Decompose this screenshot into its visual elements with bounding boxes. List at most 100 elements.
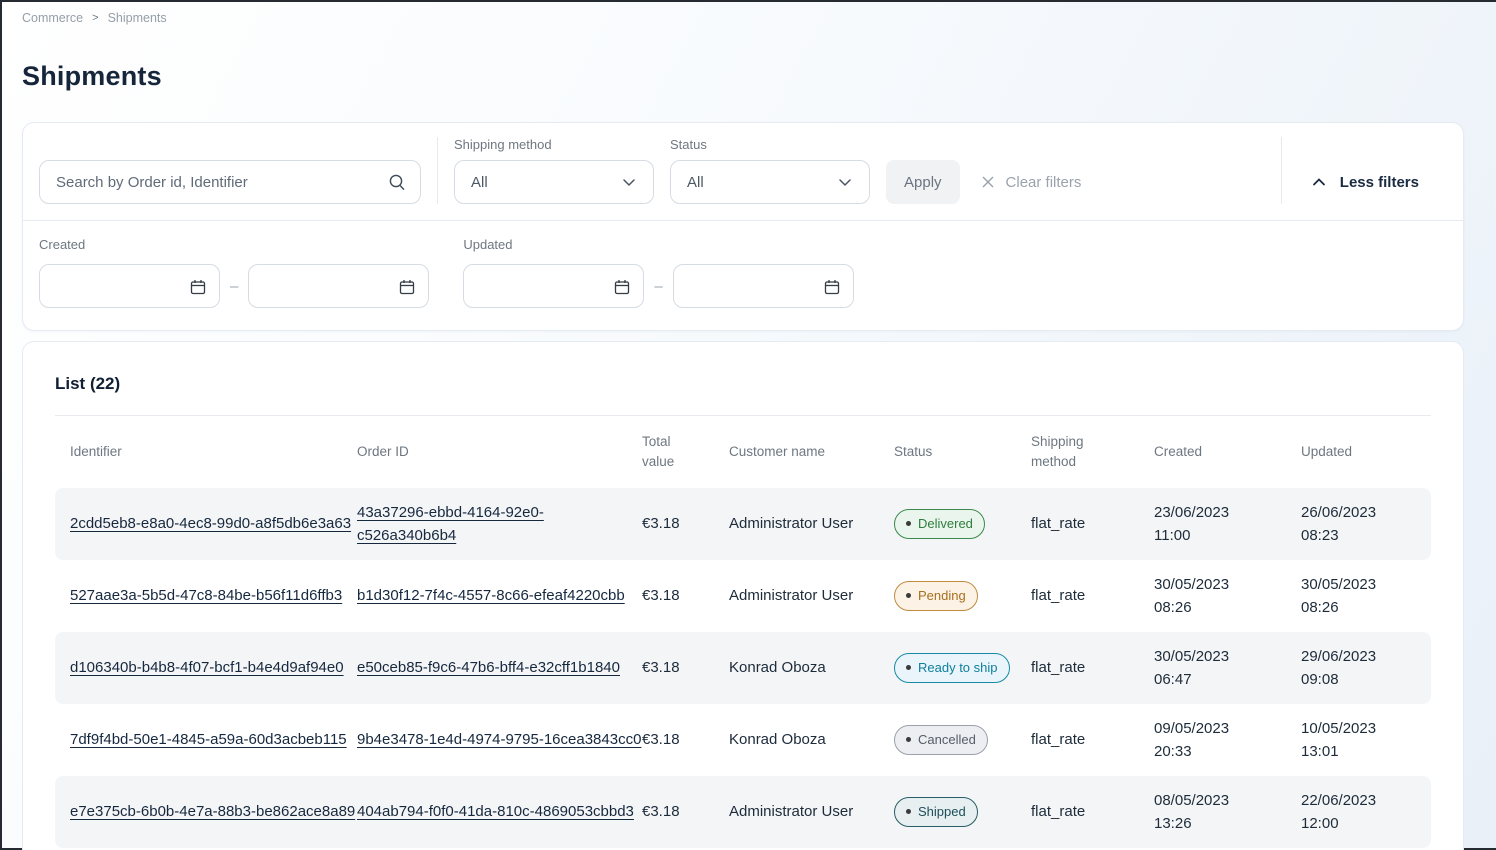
order-id-cell: b1d30f12-7f4c-4557-8c66-efeaf4220cbb bbox=[357, 584, 642, 607]
order-id-link[interactable]: b1d30f12-7f4c-4557-8c66-efeaf4220cbb bbox=[357, 587, 625, 604]
status-cell: Ready to ship bbox=[894, 653, 1031, 683]
identifier-link[interactable]: d106340b-b4b8-4f07-bcf1-b4e4d9af94e0 bbox=[70, 659, 344, 676]
breadcrumb-shipments[interactable]: Shipments bbox=[108, 11, 167, 25]
table-body: 2cdd5eb8-e8a0-4ec8-99d0-a8f5db6e3a63 43a… bbox=[55, 488, 1431, 848]
identifier-cell: 2cdd5eb8-e8a0-4ec8-99d0-a8f5db6e3a63 bbox=[70, 512, 357, 535]
status-badge: Delivered bbox=[894, 509, 985, 539]
identifier-cell: d106340b-b4b8-4f07-bcf1-b4e4d9af94e0 bbox=[70, 656, 357, 679]
table-row: 2cdd5eb8-e8a0-4ec8-99d0-a8f5db6e3a63 43a… bbox=[55, 488, 1431, 560]
order-id-link[interactable]: 43a37296-ebbd-4164-92e0-c526a340b6b4 bbox=[357, 504, 544, 544]
calendar-icon[interactable] bbox=[823, 278, 841, 296]
updated-time: 13:01 bbox=[1301, 740, 1416, 763]
range-dash: – bbox=[230, 278, 238, 295]
breadcrumb-separator: > bbox=[92, 12, 98, 24]
created-to-field bbox=[248, 264, 429, 308]
identifier-link[interactable]: 2cdd5eb8-e8a0-4ec8-99d0-a8f5db6e3a63 bbox=[70, 515, 351, 532]
shipping-method-cell: flat_rate bbox=[1031, 800, 1154, 823]
calendar-icon[interactable] bbox=[613, 278, 631, 296]
customer-name-cell: Administrator User bbox=[729, 584, 854, 607]
column-header: Customer name bbox=[729, 442, 894, 462]
status-dot-icon bbox=[906, 593, 911, 598]
total-value-cell: €3.18 bbox=[642, 512, 729, 535]
updated-date: 22/06/2023 bbox=[1301, 789, 1416, 812]
status-badge-label: Ready to ship bbox=[918, 658, 998, 678]
created-date: 09/05/2023 bbox=[1154, 717, 1301, 740]
breadcrumb-commerce[interactable]: Commerce bbox=[22, 11, 83, 25]
shipments-list-panel: List (22) IdentifierOrder IDTotal value C… bbox=[22, 341, 1464, 850]
order-id-link[interactable]: 404ab794-f0f0-41da-810c-4869053cbbd3 bbox=[357, 803, 634, 820]
identifier-link[interactable]: 7df9f4bd-50e1-4845-a59a-60d3acbeb115 bbox=[70, 731, 347, 748]
created-from-field bbox=[39, 264, 220, 308]
updated-to-field bbox=[673, 264, 854, 308]
created-range: Created – bbox=[39, 237, 429, 308]
shipping-method-select[interactable]: All bbox=[454, 160, 654, 204]
created-time: 06:47 bbox=[1154, 668, 1301, 691]
shipping-method-field: Shipping method All bbox=[454, 137, 654, 204]
list-title: List (22) bbox=[55, 374, 1431, 394]
order-id-cell: 9b4e3478-1e4d-4974-9795-16cea3843cc0 bbox=[357, 728, 642, 751]
shipping-method-cell: flat_rate bbox=[1031, 656, 1154, 679]
status-value: All bbox=[687, 174, 704, 191]
table-row: 527aae3a-5b5d-47c8-84be-b56f11d6ffb3 b1d… bbox=[55, 560, 1431, 632]
status-badge-label: Delivered bbox=[918, 514, 973, 534]
shipping-method-label: Shipping method bbox=[454, 137, 654, 152]
created-cell: 08/05/2023 13:26 bbox=[1154, 789, 1301, 836]
created-cell: 23/06/2023 11:00 bbox=[1154, 501, 1301, 548]
calendar-icon[interactable] bbox=[189, 278, 207, 296]
customer-name-cell: Konrad Oboza bbox=[729, 656, 854, 679]
updated-time: 08:26 bbox=[1301, 596, 1416, 619]
column-header: Status bbox=[894, 442, 1031, 462]
filter-separator bbox=[437, 137, 438, 204]
updated-date: 26/06/2023 bbox=[1301, 501, 1416, 524]
table-row: 7df9f4bd-50e1-4845-a59a-60d3acbeb115 9b4… bbox=[55, 704, 1431, 776]
identifier-link[interactable]: 527aae3a-5b5d-47c8-84be-b56f11d6ffb3 bbox=[70, 587, 342, 604]
order-id-link[interactable]: 9b4e3478-1e4d-4974-9795-16cea3843cc0 bbox=[357, 731, 641, 748]
status-field: Status All bbox=[670, 137, 870, 204]
apply-button[interactable]: Apply bbox=[886, 160, 960, 204]
status-dot-icon bbox=[906, 521, 911, 526]
calendar-icon[interactable] bbox=[398, 278, 416, 296]
column-header: Identifier bbox=[70, 442, 357, 462]
created-label: Created bbox=[39, 237, 429, 252]
table-row: d106340b-b4b8-4f07-bcf1-b4e4d9af94e0 e50… bbox=[55, 632, 1431, 704]
search-input[interactable] bbox=[39, 160, 421, 204]
table-row: e7e375cb-6b0b-4e7a-88b3-be862ace8a89 404… bbox=[55, 776, 1431, 848]
status-select[interactable]: All bbox=[670, 160, 870, 204]
total-value-cell: €3.18 bbox=[642, 728, 729, 751]
order-id-link[interactable]: e50ceb85-f9c6-47b6-bff4-e32cff1b1840 bbox=[357, 659, 620, 676]
table-header: IdentifierOrder IDTotal value Customer na… bbox=[55, 416, 1431, 488]
order-id-cell: 43a37296-ebbd-4164-92e0-c526a340b6b4 bbox=[357, 501, 642, 548]
updated-range: Updated – bbox=[463, 237, 853, 308]
column-header: Created bbox=[1154, 442, 1301, 462]
updated-cell: 30/05/2023 08:26 bbox=[1301, 573, 1416, 620]
created-cell: 30/05/2023 06:47 bbox=[1154, 645, 1301, 692]
updated-cell: 22/06/2023 12:00 bbox=[1301, 789, 1416, 836]
column-header: Updated bbox=[1301, 442, 1416, 462]
column-header: Total value bbox=[642, 432, 688, 471]
status-dot-icon bbox=[906, 665, 911, 670]
status-badge-label: Cancelled bbox=[918, 730, 976, 750]
shipping-method-cell: flat_rate bbox=[1031, 512, 1154, 535]
identifier-cell: 527aae3a-5b5d-47c8-84be-b56f11d6ffb3 bbox=[70, 584, 357, 607]
status-cell: Delivered bbox=[894, 509, 1031, 539]
identifier-link[interactable]: e7e375cb-6b0b-4e7a-88b3-be862ace8a89 bbox=[70, 803, 355, 820]
column-header: Order ID bbox=[357, 442, 642, 462]
search-field bbox=[39, 160, 421, 204]
identifier-cell: 7df9f4bd-50e1-4845-a59a-60d3acbeb115 bbox=[70, 728, 357, 751]
shipping-method-value: All bbox=[471, 174, 488, 191]
page-title: Shipments bbox=[22, 61, 1496, 92]
less-filters-label: Less filters bbox=[1340, 174, 1419, 191]
created-date: 30/05/2023 bbox=[1154, 573, 1301, 596]
clear-filters-button[interactable]: Clear filters bbox=[976, 160, 1086, 204]
status-badge-label: Pending bbox=[918, 586, 966, 606]
less-filters-toggle[interactable]: Less filters bbox=[1298, 160, 1447, 204]
status-badge: Ready to ship bbox=[894, 653, 1010, 683]
search-icon[interactable] bbox=[387, 172, 407, 192]
updated-cell: 29/06/2023 09:08 bbox=[1301, 645, 1416, 692]
created-date: 23/06/2023 bbox=[1154, 501, 1301, 524]
status-badge-label: Shipped bbox=[918, 802, 966, 822]
created-time: 08:26 bbox=[1154, 596, 1301, 619]
close-icon bbox=[980, 174, 996, 190]
column-header: Shipping method bbox=[1031, 432, 1097, 471]
total-value-cell: €3.18 bbox=[642, 584, 729, 607]
